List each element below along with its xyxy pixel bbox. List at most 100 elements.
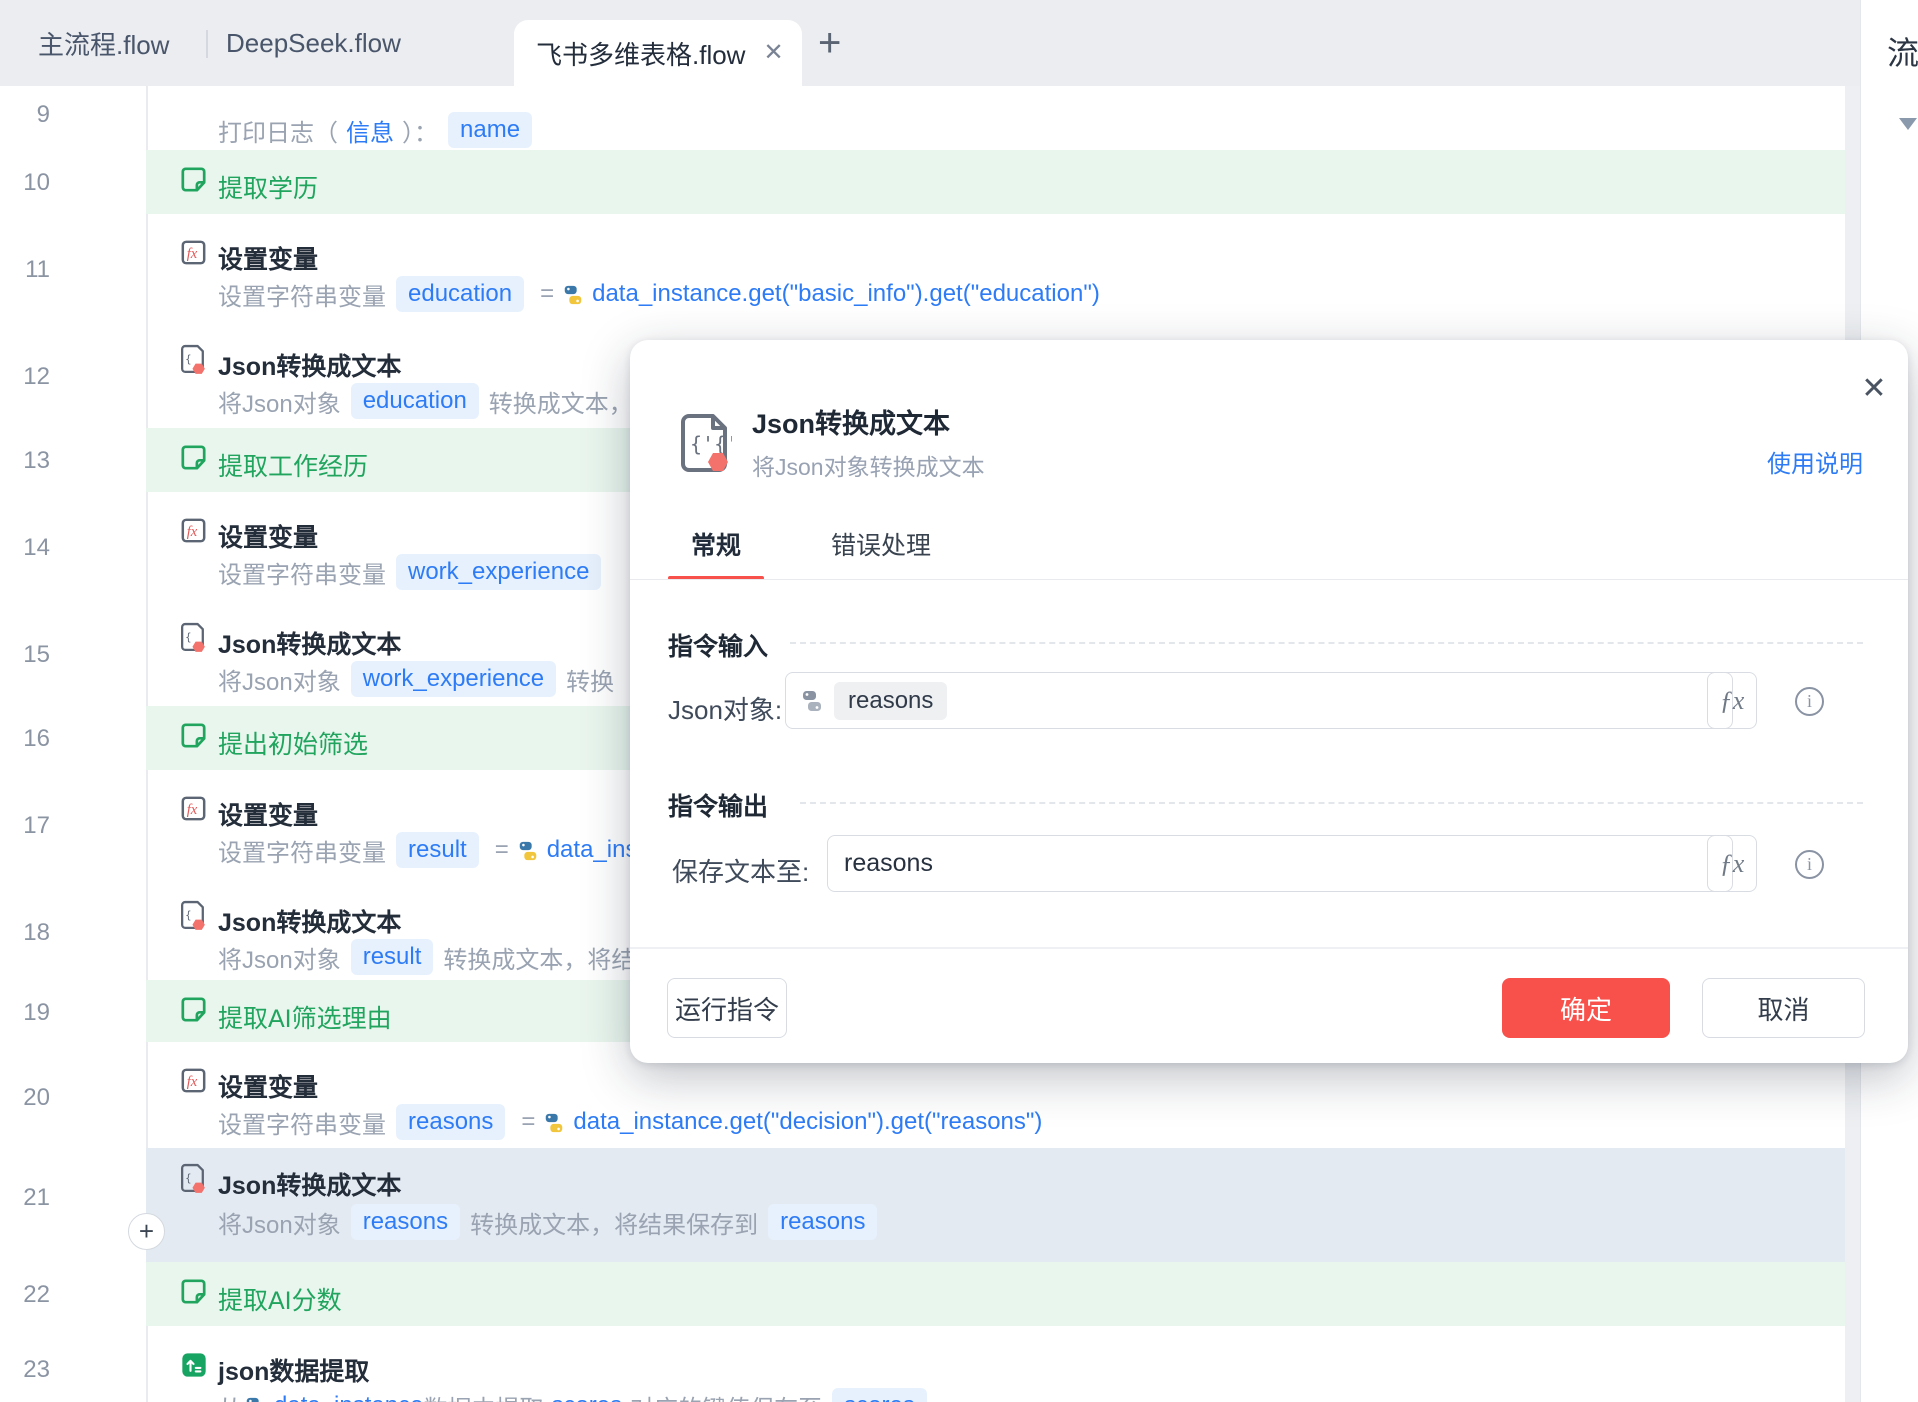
- variable-chip[interactable]: reasons: [768, 1204, 878, 1240]
- save-text-value: reasons: [844, 849, 933, 877]
- step-subtitle: 将Json对象 work_experience 转换: [218, 661, 614, 697]
- equals-sign: =: [494, 836, 509, 863]
- tab-divider: [206, 30, 208, 58]
- step-description: 将Json对象: [218, 668, 341, 696]
- tab-error-handling[interactable]: 错误处理: [808, 526, 954, 580]
- variable-chip[interactable]: result: [350, 939, 434, 975]
- step-title: Json转换成文本: [218, 909, 402, 937]
- tab-general[interactable]: 常规: [668, 526, 765, 580]
- step-description: 设置字符串变量: [218, 561, 386, 589]
- variable-chip[interactable]: education: [350, 383, 479, 419]
- save-text-input[interactable]: reasons: [827, 835, 1733, 892]
- variable-chip[interactable]: work_experience: [350, 661, 557, 697]
- fx-expression-button[interactable]: ƒx: [1707, 835, 1757, 892]
- step-description: 转换成文本，将结果保存到: [470, 1211, 759, 1239]
- tab-feishu-flow[interactable]: 飞书多维表格.flow ✕: [514, 20, 802, 86]
- variable-chip[interactable]: scores: [832, 1388, 927, 1402]
- add-tab-button[interactable]: +: [818, 0, 841, 86]
- variable-chip[interactable]: result: [396, 832, 479, 868]
- equals-sign: =: [521, 1108, 536, 1135]
- flow-group-row[interactable]: 22 提取AI分数: [0, 1262, 1845, 1326]
- step-description: 设置字符串变量: [218, 839, 386, 867]
- step-title: 设置变量: [218, 1074, 319, 1102]
- step-subtitle: 设置字符串变量 result = data_instance: [218, 832, 696, 868]
- variable-chip[interactable]: work_experience: [396, 554, 602, 590]
- insert-step-button[interactable]: +: [128, 1213, 165, 1250]
- group-tag-icon: [181, 723, 206, 748]
- flow-step-row[interactable]: 23 json数据提取 从 data_instance数据中提取 scores 对应…: [0, 1326, 1845, 1402]
- step-description: 对应的键值保存至: [630, 1389, 822, 1402]
- step-title: json数据提取: [218, 1358, 370, 1386]
- flow-group-row[interactable]: 10 提取学历: [0, 150, 1845, 214]
- group-tag-icon: [181, 445, 206, 470]
- variable-chip[interactable]: reasons: [350, 1204, 461, 1240]
- group-label: 提取工作经历: [218, 453, 369, 481]
- line-number: 17: [23, 812, 50, 839]
- svg-text:{: {: [185, 632, 191, 644]
- step-title: Json转换成文本: [218, 353, 402, 381]
- blue-text: scores: [551, 1392, 622, 1402]
- json-to-text-dialog: ✕ {'{'} Json转换成文本 将Json对象转换成文本 使用说明 常规 错…: [630, 340, 1908, 1063]
- dialog-subtitle: 将Json对象转换成文本: [752, 454, 985, 480]
- output-section-divider: [800, 802, 1863, 804]
- python-icon: [564, 285, 582, 305]
- group-tag-icon: [181, 1279, 206, 1304]
- line-number: 22: [23, 1281, 50, 1308]
- step-description: 转换: [566, 668, 615, 696]
- step-description: 数据中提取: [423, 1389, 543, 1402]
- step-subtitle: 将Json对象 result 转换成文本，将结: [218, 939, 635, 975]
- step-description: 将Json对象: [218, 390, 341, 418]
- section-input-header: 指令输入: [668, 633, 769, 661]
- equals-sign: =: [540, 280, 555, 307]
- info-icon[interactable]: i: [1795, 687, 1824, 716]
- json-object-value-chip[interactable]: reasons: [834, 681, 948, 720]
- json-object-input[interactable]: reasons: [785, 672, 1733, 729]
- svg-text:fx: fx: [187, 802, 198, 818]
- tab-label: DeepSeek.flow: [226, 27, 401, 58]
- step-subtitle: 打印日志（ 信息 ）： name: [218, 112, 542, 148]
- run-command-button[interactable]: 运行指令: [667, 978, 787, 1038]
- line-number: 13: [23, 447, 50, 474]
- step-title: 设置变量: [218, 802, 319, 830]
- info-icon[interactable]: i: [1795, 850, 1824, 879]
- cancel-button[interactable]: 取消: [1702, 978, 1865, 1038]
- tabs-border: [630, 579, 1908, 580]
- help-link[interactable]: 使用说明: [1767, 444, 1863, 479]
- variable-chip[interactable]: education: [396, 276, 525, 312]
- expression-text: data_instance.get("decision").get("reaso…: [573, 1108, 1043, 1135]
- line-number: 21: [23, 1184, 50, 1211]
- set-variable-icon: fx: [181, 240, 206, 265]
- tab-deepseek-flow[interactable]: DeepSeek.flow: [226, 0, 401, 86]
- set-variable-icon: fx: [181, 1068, 206, 1093]
- json-to-text-icon: {'{'}: [680, 413, 750, 482]
- tab-bar: 主流程.flow DeepSeek.flow 飞书多维表格.flow ✕ +: [0, 0, 1860, 86]
- collapse-caret-icon[interactable]: [1899, 118, 1917, 130]
- flow-step-row[interactable]: 21 { Json转换成文本 将Json对象 reasons 转换成文本，将结果保存…: [0, 1148, 1845, 1262]
- variable-chip[interactable]: name: [448, 112, 533, 148]
- fx-expression-button[interactable]: ƒx: [1707, 672, 1757, 729]
- svg-text:fx: fx: [187, 524, 198, 540]
- group-label: 提取AI筛选理由: [218, 1005, 392, 1033]
- json-to-text-icon: {: [181, 344, 205, 374]
- step-subtitle: 设置字符串变量 reasons = data_instance.get("decis…: [218, 1104, 1042, 1140]
- step-title: Json转换成文本: [218, 631, 402, 659]
- input-section-divider: [790, 642, 1863, 644]
- close-dialog-icon[interactable]: ✕: [1854, 368, 1894, 408]
- step-subtitle: 设置字符串变量 work_experience: [218, 554, 611, 590]
- variable-chip[interactable]: reasons: [396, 1104, 506, 1140]
- tab-main-flow[interactable]: 主流程.flow: [38, 0, 169, 86]
- svg-text:{: {: [185, 910, 191, 922]
- close-tab-icon[interactable]: ✕: [763, 41, 783, 65]
- line-number: 19: [23, 999, 50, 1026]
- tab-label: 飞书多维表格.flow: [536, 39, 746, 70]
- tab-label: 主流程.flow: [38, 29, 170, 60]
- group-label: 提取学历: [218, 175, 319, 203]
- step-description: 设置字符串变量: [218, 1111, 386, 1139]
- flow-step-row[interactable]: 11 fx 设置变量 设置字符串变量 education = data_instan…: [0, 214, 1845, 321]
- line-number: 10: [23, 169, 50, 196]
- step-description: 转换成文本，将结: [443, 946, 636, 974]
- line-number: 18: [23, 919, 50, 946]
- row-background: [146, 150, 1845, 214]
- flow-step-row[interactable]: 9 打印日志（ 信息 ）： name: [0, 86, 1845, 150]
- confirm-button[interactable]: 确定: [1502, 978, 1670, 1038]
